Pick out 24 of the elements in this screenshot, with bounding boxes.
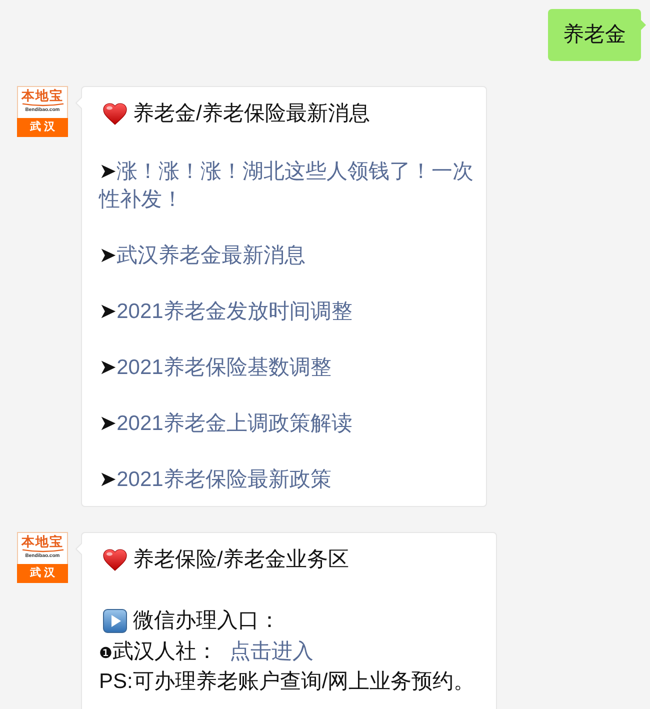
entry-label: 武汉人社： <box>112 640 218 663</box>
heart-icon <box>103 549 127 571</box>
article-link[interactable]: ➤2021养老金发放时间调整 <box>99 298 352 326</box>
message-bubble: 养老金 <box>548 9 641 61</box>
city-banner: 武汉 <box>17 118 68 137</box>
logo-text: 本地宝 <box>22 89 64 103</box>
card-title: 养老金/养老保险最新消息 <box>133 101 370 127</box>
article-link[interactable]: ➤2021养老保险基数调整 <box>99 354 332 382</box>
note-text: PS:可办理养老账户查询/网上业务预约。 <box>99 669 476 695</box>
article-link[interactable]: ➤涨！涨！涨！湖北这些人领钱了！一次性补发！ <box>99 158 480 214</box>
logo-text: 本地宝 <box>22 535 64 549</box>
section-heading: 微信办理入口： <box>133 608 280 634</box>
city-banner: 武汉 <box>17 564 68 583</box>
heart-icon <box>103 103 127 125</box>
article-link[interactable]: ➤2021养老保险最新政策 <box>99 466 332 494</box>
article-link[interactable]: ➤武汉养老金最新消息 <box>99 242 306 270</box>
swoosh-icon <box>22 103 64 107</box>
play-icon <box>103 609 127 633</box>
number-marker: ❶ <box>99 645 112 662</box>
bubble-tail <box>641 20 646 30</box>
card-title: 养老保险/养老金业务区 <box>133 547 349 573</box>
swoosh-icon <box>22 549 64 553</box>
enter-link[interactable]: 点击进入 <box>229 640 314 663</box>
article-link[interactable]: ➤2021养老金上调政策解读 <box>99 410 352 438</box>
